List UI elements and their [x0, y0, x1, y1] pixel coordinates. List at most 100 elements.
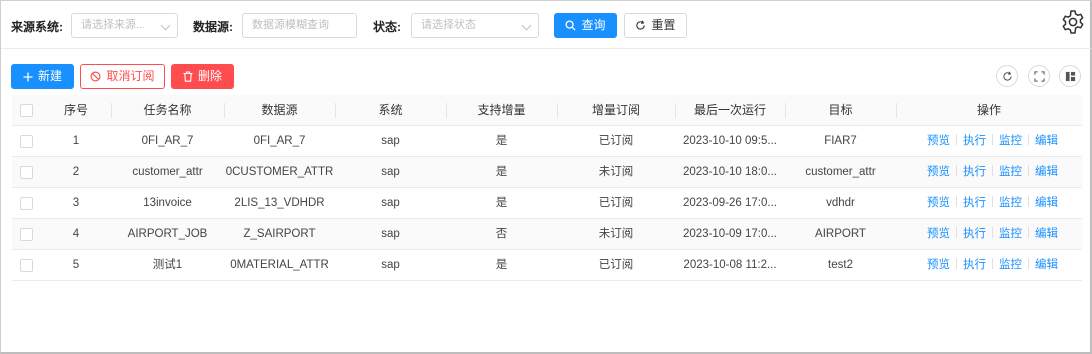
- cell-system: sap: [381, 166, 400, 178]
- status-select[interactable]: 请选择状态: [411, 13, 539, 38]
- action-divider: [956, 227, 957, 238]
- cell-task-name: 0FI_AR_7: [141, 135, 194, 147]
- app-frame: 来源系统: 请选择来源... 数据源: 数据源模糊查询 状态: 请选择状态 查询…: [0, 0, 1092, 354]
- unsubscribe-button[interactable]: 取消订阅: [80, 64, 165, 89]
- monitor-link[interactable]: 监控: [999, 166, 1022, 178]
- action-divider: [1028, 258, 1029, 269]
- edit-link[interactable]: 编辑: [1035, 166, 1058, 178]
- row-actions: 预览 执行 监控 编辑: [927, 126, 1077, 157]
- action-divider: [992, 165, 993, 176]
- cell-index: 5: [72, 259, 80, 271]
- edit-link[interactable]: 编辑: [1035, 259, 1058, 271]
- preview-link[interactable]: 预览: [927, 197, 950, 209]
- gear-icon[interactable]: [1060, 9, 1086, 35]
- action-divider: [1028, 196, 1029, 207]
- execute-link[interactable]: 执行: [963, 166, 986, 178]
- datasource-search-input[interactable]: 数据源模糊查询: [242, 13, 357, 38]
- cell-datasource: Z_SAIRPORT: [243, 228, 316, 240]
- cell-index: 4: [72, 228, 80, 240]
- preview-link[interactable]: 预览: [927, 259, 950, 271]
- cell-datasource: 0FI_AR_7: [253, 135, 306, 147]
- refresh-icon: [1003, 71, 1012, 81]
- monitor-link[interactable]: 监控: [999, 197, 1022, 209]
- column-settings-icon: [1065, 71, 1076, 82]
- preview-link[interactable]: 预览: [927, 135, 950, 147]
- reset-button[interactable]: 重置: [624, 13, 687, 38]
- new-button[interactable]: 新建: [11, 64, 74, 89]
- col-target: 目标: [828, 103, 853, 117]
- action-divider: [956, 258, 957, 269]
- stop-icon: [90, 71, 101, 82]
- action-divider: [992, 134, 993, 145]
- fullscreen-icon: [1034, 71, 1045, 82]
- execute-link[interactable]: 执行: [963, 197, 986, 209]
- unsubscribe-label: 取消订阅: [106, 69, 155, 83]
- query-button[interactable]: 查询: [554, 13, 617, 38]
- row-actions: 预览 执行 监控 编辑: [927, 157, 1077, 188]
- col-task-name: 任务名称: [143, 103, 192, 117]
- cell-system: sap: [381, 259, 400, 271]
- col-actions: 操作: [976, 103, 1001, 117]
- cell-target: FIAR7: [824, 135, 857, 147]
- action-divider: [1028, 227, 1029, 238]
- row-checkbox[interactable]: [20, 259, 33, 272]
- monitor-link[interactable]: 监控: [999, 135, 1022, 147]
- edit-link[interactable]: 编辑: [1035, 228, 1058, 240]
- cell-target: AIRPORT: [815, 228, 866, 240]
- cell-target: customer_attr: [805, 166, 876, 178]
- cell-subscription: 已订阅: [598, 259, 634, 271]
- cell-index: 2: [72, 166, 80, 178]
- cell-system: sap: [381, 228, 400, 240]
- cell-datasource: 2LIS_13_VDHDR: [234, 197, 325, 209]
- cell-subscription: 已订阅: [598, 135, 634, 147]
- source-system-placeholder: 请选择来源...: [81, 19, 146, 31]
- cell-task-name: 13invoice: [143, 197, 192, 209]
- cell-incremental: 是: [495, 259, 508, 271]
- row-checkbox[interactable]: [20, 135, 33, 148]
- edit-link[interactable]: 编辑: [1035, 197, 1058, 209]
- execute-link[interactable]: 执行: [963, 228, 986, 240]
- row-checkbox[interactable]: [20, 228, 33, 241]
- col-incremental: 支持增量: [477, 103, 526, 117]
- row-actions: 预览 执行 监控 编辑: [927, 219, 1077, 250]
- cell-subscription: 已订阅: [598, 197, 634, 209]
- execute-link[interactable]: 执行: [963, 259, 986, 271]
- cell-last-run: 2023-09-26 17:0...: [683, 197, 777, 209]
- preview-link[interactable]: 预览: [927, 166, 950, 178]
- row-checkbox[interactable]: [20, 197, 33, 210]
- execute-link[interactable]: 执行: [963, 135, 986, 147]
- action-divider: [1028, 134, 1029, 145]
- col-index: 序号: [63, 103, 88, 117]
- edit-link[interactable]: 编辑: [1035, 135, 1058, 147]
- refresh-button[interactable]: [996, 65, 1018, 87]
- table-row: 5 测试1 0MATERIAL_ATTR sap 是 已订阅 2023-10-08 11:2…: [12, 250, 1082, 281]
- monitor-link[interactable]: 监控: [999, 228, 1022, 240]
- fullscreen-button[interactable]: [1028, 65, 1050, 87]
- source-system-label: 来源系统:: [11, 20, 63, 34]
- column-settings-button[interactable]: [1059, 65, 1081, 87]
- cell-incremental: 是: [495, 197, 508, 209]
- table-row: 4 AIRPORT_JOB Z_SAIRPORT sap 否 未订阅 2023-10-09 …: [12, 219, 1082, 250]
- table-row: 1 0FI_AR_7 0FI_AR_7 sap 是 已订阅 2023-10-10 09:5.…: [12, 126, 1082, 157]
- cell-index: 3: [72, 197, 80, 209]
- cell-task-name: AIRPORT_JOB: [127, 228, 208, 240]
- cell-last-run: 2023-10-10 09:5...: [683, 135, 777, 147]
- cell-target: vdhdr: [826, 197, 855, 209]
- cell-incremental: 是: [495, 166, 508, 178]
- status-label: 状态:: [373, 20, 401, 34]
- col-system: 系统: [378, 103, 403, 117]
- cell-subscription: 未订阅: [598, 228, 634, 240]
- cell-index: 1: [72, 135, 80, 147]
- source-system-select[interactable]: 请选择来源...: [71, 13, 178, 38]
- cell-incremental: 否: [495, 228, 508, 240]
- cell-last-run: 2023-10-09 17:0...: [683, 228, 777, 240]
- monitor-link[interactable]: 监控: [999, 259, 1022, 271]
- cell-last-run: 2023-10-10 18:0...: [683, 166, 777, 178]
- select-all-checkbox[interactable]: [20, 104, 33, 117]
- plus-icon: [23, 72, 33, 82]
- delete-button[interactable]: 删除: [171, 64, 234, 89]
- row-checkbox[interactable]: [20, 166, 33, 179]
- preview-link[interactable]: 预览: [927, 228, 950, 240]
- chevron-down-icon: [160, 20, 171, 31]
- row-actions: 预览 执行 监控 编辑: [927, 250, 1077, 281]
